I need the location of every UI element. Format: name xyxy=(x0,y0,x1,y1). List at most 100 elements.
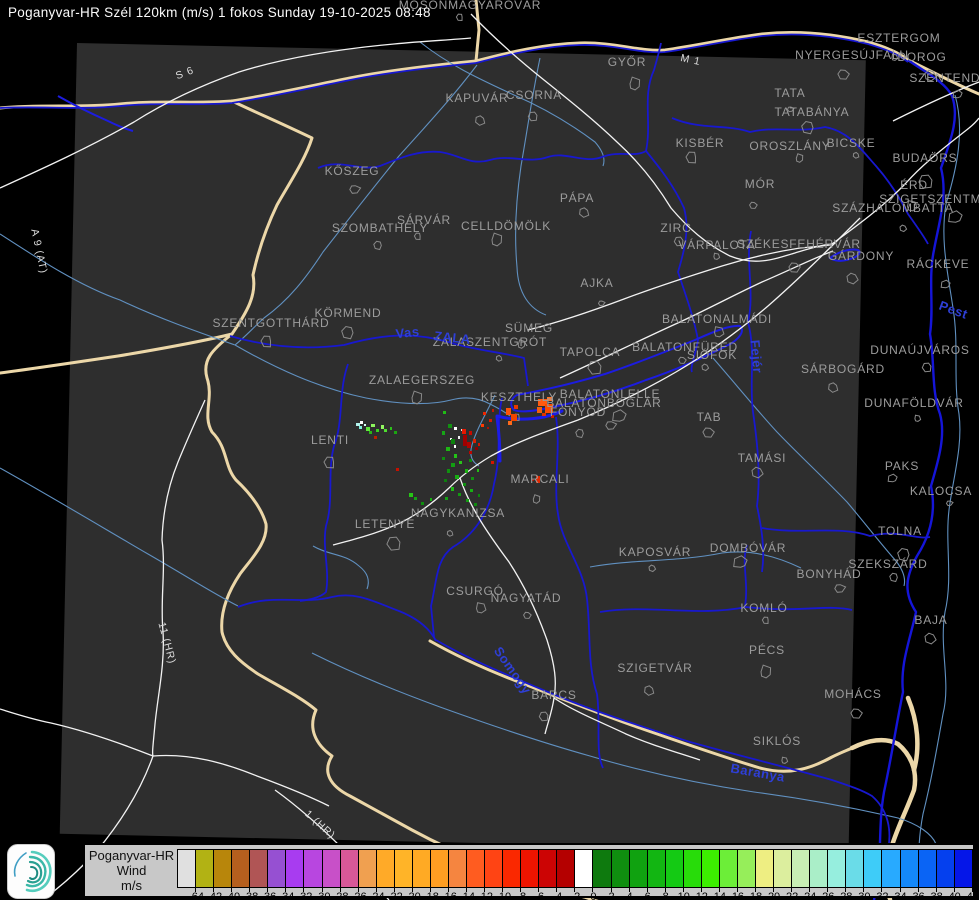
legend-stop: 10 xyxy=(666,849,684,895)
road-label: A 9 (AT) xyxy=(28,228,49,275)
legend-bar: Poganyvar-HR Wind m/s -64-42-40-38-36-34… xyxy=(83,843,975,898)
county-label: Pest xyxy=(937,298,970,322)
settlement-outline xyxy=(782,757,788,763)
radar-echo-cell xyxy=(447,469,450,473)
settlement-outline xyxy=(838,70,849,79)
city-label: SIKLÓS xyxy=(753,733,801,748)
legend-swatch xyxy=(900,849,919,888)
radar-echo-cell xyxy=(444,479,447,482)
city-label: AJKA xyxy=(580,276,613,290)
radar-echo-cell xyxy=(454,427,457,430)
legend-swatch xyxy=(448,849,467,888)
radar-echo-cell xyxy=(454,445,456,448)
radar-echo-cell xyxy=(458,493,461,496)
radar-echo-cell xyxy=(511,414,517,421)
radar-echo-cell xyxy=(356,423,360,426)
base-map: MOSONMAGYARÓVÁRGYŐRKAPUVÁRCSORNAESZTERGO… xyxy=(0,0,979,900)
settlement-outline xyxy=(456,14,462,20)
legend-swatch xyxy=(574,849,593,888)
city-label: TAB xyxy=(697,410,722,424)
settlement-outline xyxy=(703,428,714,437)
radar-echo-cell xyxy=(445,497,448,500)
legend-stop: 36 xyxy=(901,849,919,895)
legend-stop: 20 xyxy=(756,849,774,895)
lakes xyxy=(58,96,860,461)
map-title: Poganyvar-HR Szél 120km (m/s) 1 fokos Su… xyxy=(8,5,431,20)
city-label: MARCALI xyxy=(511,472,570,486)
radar-echo-cell xyxy=(466,499,469,502)
radar-echo-cell xyxy=(492,409,494,412)
city-label: DUNAFÖLDVÁR xyxy=(864,395,963,410)
settlement-outline xyxy=(599,301,606,306)
legend-swatch xyxy=(213,849,232,888)
settlement-outline xyxy=(606,422,617,430)
legend-stop: 14 xyxy=(702,849,720,895)
legend-swatch xyxy=(322,849,341,888)
settlement-outline xyxy=(900,225,907,231)
county-label: Fejér xyxy=(748,339,766,374)
city-label: BALATONALMÁDI xyxy=(662,311,772,326)
legend-stop: 24 xyxy=(792,849,810,895)
city-label: SZENTENDRE xyxy=(909,71,979,85)
radar-echo-cell xyxy=(477,469,479,472)
radar-echo-cell xyxy=(475,447,478,450)
city-label: SZENTGOTTHÁRD xyxy=(212,315,329,330)
city-label: TAMÁSI xyxy=(738,450,787,465)
city-label: SZEKSZÁRD xyxy=(848,556,927,571)
city-label: SÜMEG xyxy=(505,321,553,335)
settlement-outline xyxy=(922,363,931,372)
legend-swatch xyxy=(484,849,503,888)
radar-echo-cell xyxy=(489,419,492,422)
legend-swatch xyxy=(231,849,250,888)
settlement-outline xyxy=(762,617,768,623)
legend-swatch xyxy=(665,849,684,888)
settlement-outline xyxy=(412,391,422,404)
legend-swatch xyxy=(358,849,377,888)
settlement-outline xyxy=(686,152,696,163)
city-label: GÁRDONY xyxy=(828,248,894,263)
legend-stop: 38 xyxy=(919,849,937,895)
settlement-outline xyxy=(645,686,654,696)
radar-echo-cell xyxy=(470,489,473,492)
settlement-outline xyxy=(576,429,584,437)
settlement-outline xyxy=(477,603,486,613)
radar-echo-cell xyxy=(446,447,450,451)
radar-echo-cell xyxy=(448,424,452,428)
legend-swatch xyxy=(773,849,792,888)
legend-stop: -40 xyxy=(214,849,232,895)
legend-stop: -24 xyxy=(359,849,377,895)
radar-viewer: MOSONMAGYARÓVÁRGYŐRKAPUVÁRCSORNAESZTERGO… xyxy=(0,0,979,900)
settlement-outline xyxy=(890,573,898,581)
legend-swatch xyxy=(195,849,214,888)
radar-echo-cell xyxy=(394,431,397,434)
legend-swatch xyxy=(863,849,882,888)
legend-swatch xyxy=(340,849,359,888)
city-label: LENTI xyxy=(311,433,349,447)
legend-stop: 40 xyxy=(937,849,955,895)
legend-stop: -36 xyxy=(250,849,268,895)
city-label: DOMBÓVÁR xyxy=(710,540,786,555)
legend-stop: -28 xyxy=(323,849,341,895)
radar-echo-cell xyxy=(469,451,472,454)
city-label: PAKS xyxy=(885,459,919,473)
city-label: BARCS xyxy=(531,688,576,702)
settlement-outline xyxy=(802,122,813,134)
radar-echo-cell xyxy=(359,426,362,429)
legend-stop: -34 xyxy=(268,849,286,895)
city-label: MOHÁCS xyxy=(824,686,881,701)
radar-echo-cell xyxy=(369,431,372,434)
settlement-outline xyxy=(888,474,897,482)
settlement-outline xyxy=(829,383,838,393)
settlement-outline xyxy=(915,415,921,421)
radar-echo-cell xyxy=(364,424,366,426)
road-label: S 6 xyxy=(174,64,196,82)
city-label: KESZTHELY xyxy=(481,390,557,404)
legend-stop: -18 xyxy=(413,849,431,895)
settlement-outline xyxy=(374,241,382,249)
radar-echo-cell xyxy=(451,439,455,444)
radar-echo-cell xyxy=(455,475,459,479)
city-label: CSORNA xyxy=(506,88,562,102)
radar-echo-cell xyxy=(396,468,399,471)
legend-swatch xyxy=(701,849,720,888)
settlement-outline xyxy=(630,77,640,90)
